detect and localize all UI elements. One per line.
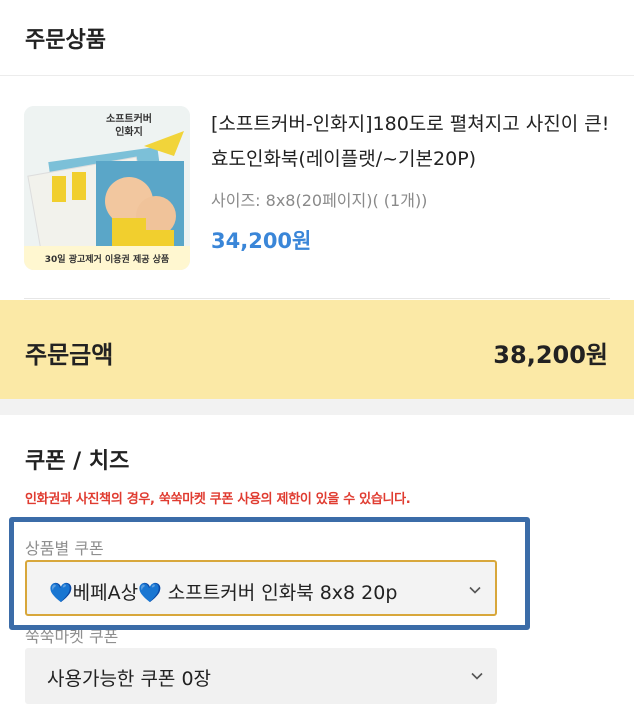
product-name[interactable]: [소프트커버-인화지]180도로 펼쳐지고 사진이 큰! 효도인화북(레이플랫/… bbox=[211, 107, 616, 177]
section-gap bbox=[0, 399, 634, 415]
product-item: 소프트커버 인화지 30일 광고제거 이용권 제공 상품 [소프트커버-인화지]… bbox=[0, 77, 634, 299]
product-coupon-select[interactable]: 💙베페A상💙 소프트커버 인화북 8x8 20p bbox=[25, 560, 497, 616]
coupon-title: 쿠폰 / 치즈 bbox=[25, 449, 130, 474]
coupon-section: 쿠폰 / 치즈 인화권과 사진책의 경우, 쑥쑥마켓 쿠폰 사용의 제한이 있을… bbox=[0, 415, 634, 720]
product-option: 사이즈: 8x8(20페이지)( (1개)) bbox=[211, 191, 428, 210]
section-title: 주문상품 bbox=[25, 28, 106, 53]
product-thumbnail[interactable]: 소프트커버 인화지 30일 광고제거 이용권 제공 상품 bbox=[24, 106, 190, 270]
product-coupon-value: 💙베페A상💙 소프트커버 인화북 8x8 20p bbox=[49, 582, 398, 604]
order-total-label: 주문금액 bbox=[25, 341, 114, 369]
chevron-down-icon bbox=[469, 586, 481, 594]
order-items-header: 주문상품 bbox=[0, 0, 634, 76]
product-coupon-label: 상품별 쿠폰 bbox=[25, 539, 104, 558]
order-total-amount: 38,200원 bbox=[493, 341, 608, 369]
chevron-down-icon bbox=[471, 672, 483, 680]
market-coupon-value: 사용가능한 쿠폰 0장 bbox=[47, 668, 212, 690]
product-price: 34,200원 bbox=[211, 229, 312, 253]
thumbnail-banner: 30일 광고제거 이용권 제공 상품 bbox=[45, 253, 169, 265]
order-total-bar: 주문금액 38,200원 bbox=[0, 300, 634, 399]
market-coupon-select[interactable]: 사용가능한 쿠폰 0장 bbox=[25, 648, 497, 704]
divider bbox=[24, 298, 610, 299]
thumbnail-title-line1: 소프트커버 bbox=[106, 112, 152, 125]
thumbnail-title-line2: 인화지 bbox=[115, 125, 143, 138]
coupon-warning: 인화권과 사진책의 경우, 쑥쑥마켓 쿠폰 사용의 제한이 있을 수 있습니다. bbox=[25, 492, 411, 507]
product-image: 소프트커버 인화지 30일 광고제거 이용권 제공 상품 bbox=[24, 106, 190, 270]
market-coupon-label: 쑥쑥마켓 쿠폰 bbox=[25, 627, 119, 646]
